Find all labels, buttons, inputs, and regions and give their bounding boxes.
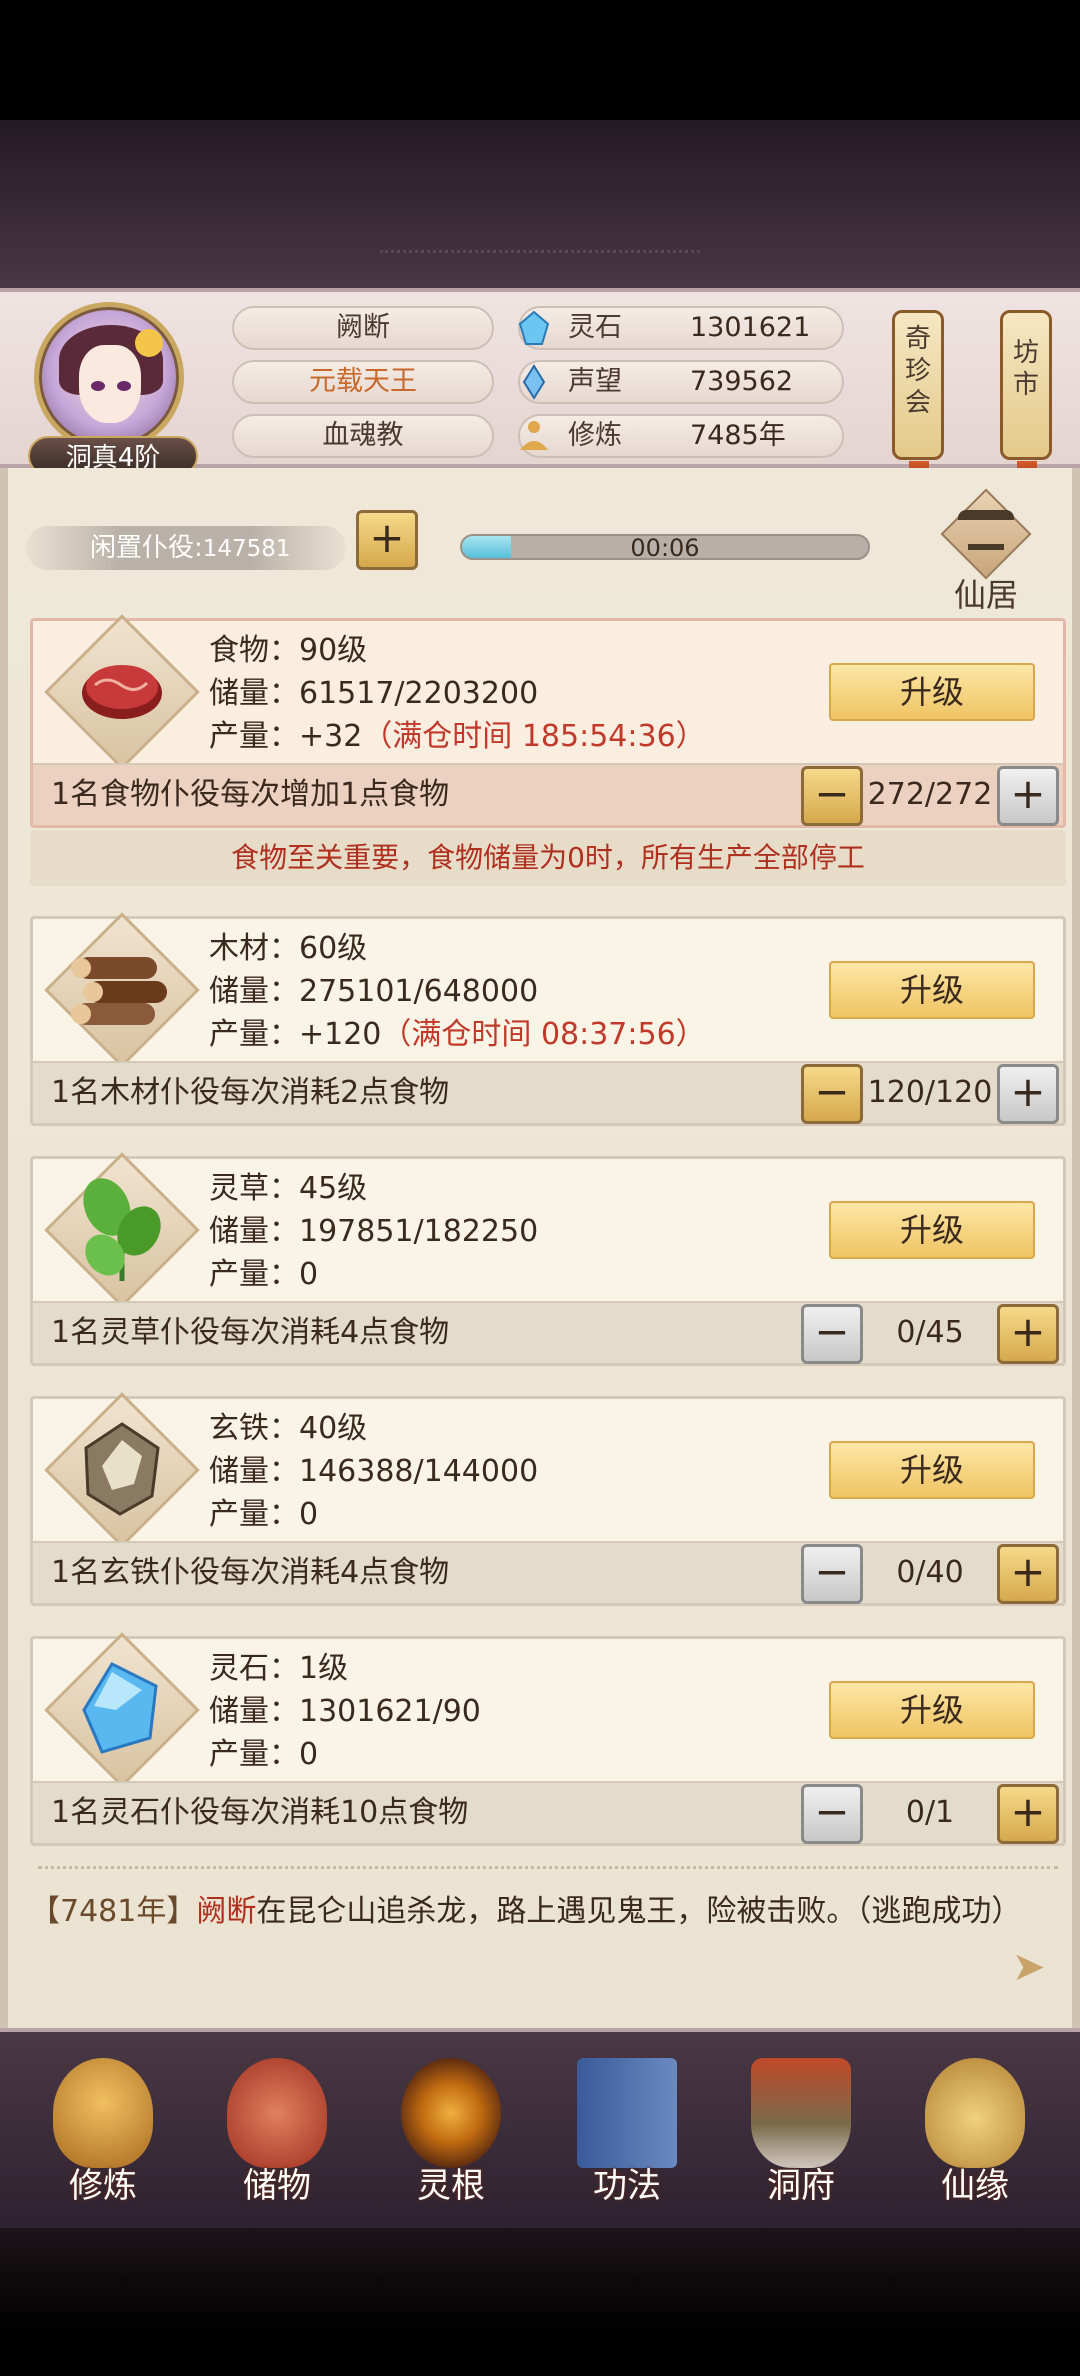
meat-icon <box>63 631 181 749</box>
nav-techniques[interactable]: 功法 <box>552 2058 702 2208</box>
idle-servants-bar: 闲置仆役:147581 <box>26 526 346 570</box>
decrease-iron-servants-button[interactable]: − <box>801 1544 863 1604</box>
decrease-spirit-stone-servants-button[interactable]: − <box>801 1784 863 1844</box>
residence-button[interactable]: 仙居 <box>916 488 1056 614</box>
title-tag[interactable]: 元载天王 <box>232 360 494 404</box>
spirit-stone-resource: 灵石 1301621 <box>518 306 844 350</box>
spirit-stone-card: 灵石：1级 储量：1301621/90 产量：0 升级 1名灵石仆役每次消耗10… <box>30 1632 1066 1846</box>
nav-spirit-root[interactable]: 灵根 <box>376 2058 526 2208</box>
increase-spirit-stone-servants-button[interactable]: + <box>997 1784 1059 1844</box>
pagoda-icon <box>958 510 1014 550</box>
bag-icon <box>227 2058 327 2168</box>
main-panel: 闲置仆役:147581 + 00:06 仙居 食物：90级 储量：61517/2… <box>0 468 1080 2028</box>
decrease-wood-servants-button[interactable]: − <box>801 1064 863 1124</box>
log-divider <box>38 1866 1058 1872</box>
upgrade-wood-button[interactable]: 升级 <box>829 961 1035 1019</box>
iron-ore-icon <box>63 1409 181 1527</box>
increase-herb-servants-button[interactable]: + <box>997 1304 1059 1364</box>
crystal-icon <box>63 1649 181 1767</box>
sect-tag[interactable]: 血魂教 <box>232 414 494 458</box>
flower-ornament-icon <box>135 329 163 357</box>
player-name-tag[interactable]: 阙断 <box>232 306 494 350</box>
prestige-icon <box>522 364 546 400</box>
food-warning-notice: 食物至关重要，食物储量为0时，所有生产全部停工 <box>30 830 1066 886</box>
prestige-resource: 声望 739562 <box>518 360 844 404</box>
increase-wood-servants-button[interactable]: + <box>997 1064 1059 1124</box>
increase-iron-servants-button[interactable]: + <box>997 1544 1059 1604</box>
upgrade-iron-button[interactable]: 升级 <box>829 1441 1035 1499</box>
status-bar-area <box>0 0 1080 120</box>
avatar[interactable]: 洞真4阶 <box>28 302 198 476</box>
decrease-food-servants-button[interactable]: − <box>801 766 863 826</box>
upgrade-herb-button[interactable]: 升级 <box>829 1201 1035 1259</box>
nav-storage[interactable]: 储物 <box>202 2058 352 2208</box>
header-backdrop <box>0 120 1080 290</box>
spirit-stone-icon <box>518 310 550 345</box>
market-lantern[interactable]: 坊市 <box>1000 310 1052 491</box>
iron-card: 玄铁：40级 储量：146388/144000 产量：0 升级 1名玄铁仆役每次… <box>30 1392 1066 1606</box>
next-log-arrow-icon[interactable]: ➤ <box>1012 1944 1058 1990</box>
upgrade-food-button[interactable]: 升级 <box>829 663 1035 721</box>
player-header: 洞真4阶 阙断 元载天王 血魂教 灵石 1301621 声望 739562 修炼… <box>0 288 1080 491</box>
decrease-herb-servants-button[interactable]: − <box>801 1304 863 1364</box>
food-card: 食物：90级 储量：61517/2203200 产量：+32（满仓时间 185:… <box>30 614 1066 828</box>
add-servant-button[interactable]: + <box>356 510 418 570</box>
pavilion-icon <box>751 2058 851 2168</box>
wood-icon <box>63 929 181 1047</box>
gourd-icon <box>925 2058 1025 2168</box>
nav-cultivation[interactable]: 修炼 <box>28 2058 178 2208</box>
nav-cave-dwelling[interactable]: 洞府 <box>726 2058 876 2208</box>
increase-food-servants-button[interactable]: + <box>997 766 1059 826</box>
nav-destiny[interactable]: 仙缘 <box>900 2058 1050 2208</box>
meditation-icon <box>520 421 548 450</box>
production-timer: 00:06 <box>460 534 870 560</box>
wood-card: 木材：60级 储量：275101/648000 产量：+120（满仓时间 08:… <box>30 912 1066 1126</box>
bottom-safe-area <box>0 2228 1080 2376</box>
monk-icon <box>53 2058 153 2168</box>
upgrade-spirit-stone-button[interactable]: 升级 <box>829 1681 1035 1739</box>
herb-icon <box>63 1169 181 1287</box>
herb-card: 灵草：45级 储量：197851/182250 产量：0 升级 1名灵草仆役每次… <box>30 1152 1066 1366</box>
event-log: 【7481年】阙断在昆仑山追杀龙，路上遇见鬼王，险被击败。（逃跑成功） <box>30 1894 1022 1929</box>
spirit-root-icon <box>401 2058 501 2168</box>
cultivation-resource: 修炼 7485年 <box>518 414 844 458</box>
treasure-fair-lantern[interactable]: 奇珍会 <box>892 310 944 491</box>
book-icon <box>577 2058 677 2168</box>
